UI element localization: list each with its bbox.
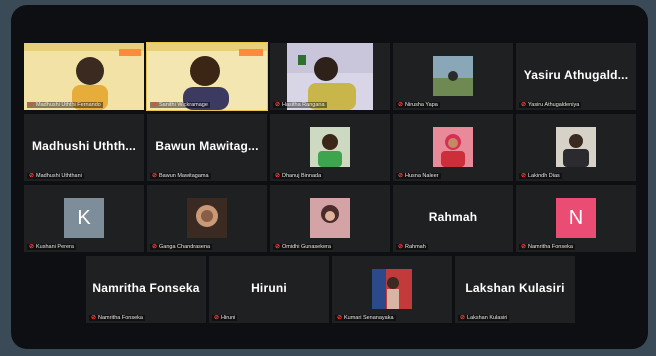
participant-display-name: Lakshan Kulasiri: [465, 281, 565, 295]
avatar: N: [556, 198, 596, 238]
participant-tile[interactable]: Hiruni ⊘ Hiruni: [209, 256, 329, 323]
participant-name-label: ⊘ Sanithi Wickramage: [150, 101, 210, 108]
participant-tile[interactable]: Namritha Fonseka ⊘ Namritha Fonseka: [86, 256, 206, 323]
participant-tile[interactable]: Rahmah ⊘ Rahmah: [393, 185, 513, 252]
participant-video: [147, 43, 267, 110]
participant-tile[interactable]: Yasiru Athugald... ⊘ Yasiru Athugaldeniya: [516, 43, 636, 110]
participant-name-label: ⊘ Rahmah: [396, 243, 428, 250]
participant-display-name: Yasiru Athugald...: [523, 68, 629, 82]
muted-mic-icon: ⊘: [152, 172, 158, 179]
participant-name-label: ⊘ Omidhi Gunasekera: [273, 243, 333, 250]
participant-photo: [332, 256, 452, 323]
participant-tile[interactable]: ⊘ Kumari Senanayaka: [332, 256, 452, 323]
participant-name-label: ⊘ Nirusha Yapa: [396, 101, 440, 108]
participant-tile[interactable]: ⊘ Omidhi Gunasekera: [270, 185, 390, 252]
participant-display-name: Madhushi Uthth...: [31, 139, 137, 153]
participant-tile[interactable]: ⊘ Dhanuj Binnada: [270, 114, 390, 181]
muted-mic-icon: ⊘: [460, 314, 466, 321]
muted-mic-icon: ⊘: [521, 101, 527, 108]
participant-name-label: ⊘ Hasitha Rangana: [273, 101, 327, 108]
participant-name-label: ⊘ Kushani Perera: [27, 243, 76, 250]
participant-photo: [393, 114, 513, 181]
muted-mic-icon: ⊘: [91, 314, 97, 321]
participant-tile[interactable]: Lakshan Kulasiri ⊘ Lakshan Kulasiri: [455, 256, 575, 323]
muted-mic-icon: ⊘: [152, 243, 158, 250]
participant-tile[interactable]: ⊘ Ganga Chandrasena: [147, 185, 267, 252]
participant-name-label: ⊘ Dhanuj Binnada: [273, 172, 324, 179]
participant-photo: [393, 43, 513, 110]
muted-mic-icon: ⊘: [521, 243, 527, 250]
participant-tile[interactable]: ⊘ Nirusha Yapa: [393, 43, 513, 110]
participant-photo: [516, 114, 636, 181]
participant-tile[interactable]: Bawun Mawitag... ⊘ Bawun Mawitagama: [147, 114, 267, 181]
participant-display-name: Hiruni: [251, 281, 287, 295]
participant-display-name: Rahmah: [428, 210, 478, 224]
participant-tile[interactable]: ⊘ Hasitha Rangana: [270, 43, 390, 110]
participant-name-label: ⊘ Hiruni: [212, 314, 238, 321]
muted-mic-icon: ⊘: [521, 172, 527, 179]
participant-tile[interactable]: ⊘ Husna Naleer: [393, 114, 513, 181]
muted-mic-icon: ⊘: [275, 101, 281, 108]
participant-video: [270, 43, 390, 110]
participant-name-label: ⊘ Husna Naleer: [396, 172, 441, 179]
participant-tile[interactable]: K ⊘ Kushani Perera: [24, 185, 144, 252]
participant-name-label: ⊘ Madhushi Uththi Fernando: [27, 101, 103, 108]
participant-video: [24, 43, 144, 110]
video-grid-frame: ⊘ Madhushi Uththi Fernando ⊘ Sanithi Wickr…: [11, 5, 648, 349]
participant-name-label: ⊘ Lakindh Dias: [519, 172, 562, 179]
muted-mic-icon: ⊘: [337, 314, 343, 321]
participant-name-label: ⊘ Yasiru Athugaldeniya: [519, 101, 582, 108]
muted-mic-icon: ⊘: [275, 243, 281, 250]
participant-name-label: ⊘ Madhushi Uththani: [27, 172, 84, 179]
participant-name-label: ⊘ Kumari Senanayaka: [335, 314, 396, 321]
avatar: K: [64, 198, 104, 238]
muted-mic-icon: ⊘: [398, 172, 404, 179]
participant-tile[interactable]: ⊘ Madhushi Uththi Fernando: [24, 43, 144, 110]
participant-name-label: ⊘ Lakshan Kulasiri: [458, 314, 510, 321]
participant-name-label: ⊘ Ganga Chandrasena: [150, 243, 213, 250]
participant-display-name: Namritha Fonseka: [92, 281, 200, 295]
participant-photo: [270, 114, 390, 181]
muted-mic-icon: ⊘: [398, 101, 404, 108]
muted-mic-icon: ⊘: [152, 101, 158, 108]
participant-name-label: ⊘ Bawun Mawitagama: [150, 172, 211, 179]
participant-tile[interactable]: ⊘ Lakindh Dias: [516, 114, 636, 181]
participant-tile[interactable]: N ⊘ Namritha Fonseka: [516, 185, 636, 252]
participant-name-label: ⊘ Namritha Fonseka: [519, 243, 575, 250]
muted-mic-icon: ⊘: [29, 243, 35, 250]
muted-mic-icon: ⊘: [29, 101, 35, 108]
participant-photo: [270, 185, 390, 252]
muted-mic-icon: ⊘: [398, 243, 404, 250]
muted-mic-icon: ⊘: [29, 172, 35, 179]
muted-mic-icon: ⊘: [214, 314, 220, 321]
participant-tile[interactable]: Madhushi Uthth... ⊘ Madhushi Uththani: [24, 114, 144, 181]
participant-display-name: Bawun Mawitag...: [155, 139, 259, 153]
participant-photo: [147, 185, 267, 252]
muted-mic-icon: ⊘: [275, 172, 281, 179]
active-speaker-tile[interactable]: ⊘ Sanithi Wickramage: [146, 42, 268, 111]
participant-name-label: ⊘ Namritha Fonseka: [89, 314, 145, 321]
